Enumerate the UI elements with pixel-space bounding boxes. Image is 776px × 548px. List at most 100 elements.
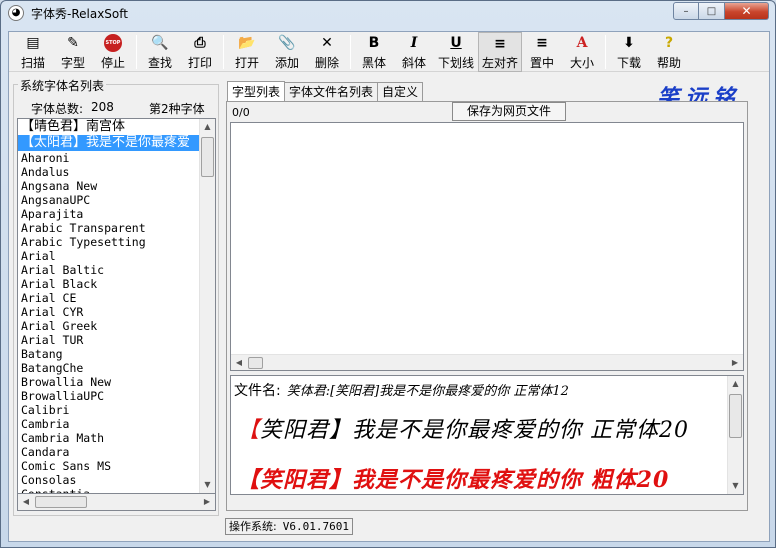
toolbar-label: 下载 xyxy=(616,56,641,70)
printer-button[interactable]: ⎙ 打印 xyxy=(180,32,220,72)
toolbar-label: 删除 xyxy=(314,56,339,70)
scanner-button[interactable]: ▤ 扫描 xyxy=(13,32,53,72)
scroll-right-icon[interactable]: ▶ xyxy=(199,494,215,510)
paperclip-button[interactable]: 📎 添加 xyxy=(267,32,307,72)
printer-icon: ⎙ xyxy=(194,35,206,51)
font-list-item[interactable]: Consolas xyxy=(18,473,200,487)
app-icon: ◕ xyxy=(8,5,24,21)
sample-text: 】我是不是你最疼爱的你 正常体20 xyxy=(329,418,690,443)
toolbar-label: 左对齐 xyxy=(481,56,518,70)
close-button[interactable]: ✕ xyxy=(725,2,769,20)
align-center-button[interactable]: ≡ 置中 xyxy=(522,32,562,72)
scroll-thumb[interactable] xyxy=(248,357,263,369)
scroll-thumb[interactable] xyxy=(729,394,742,438)
delete-button[interactable]: ✕ 删除 xyxy=(307,32,347,72)
font-list-item[interactable]: BrowalliaUPC xyxy=(18,389,200,403)
font-list-item[interactable]: Batang xyxy=(18,347,200,361)
font-list-item[interactable]: Arial CYR xyxy=(18,305,200,319)
bold-icon: B xyxy=(368,35,380,51)
tab-0[interactable]: 字型列表 xyxy=(227,81,286,102)
os-label: 操作系统: xyxy=(229,520,277,533)
tab-2[interactable]: 自定义 xyxy=(377,82,424,102)
font-list-item[interactable]: Candara xyxy=(18,445,200,459)
minimize-button[interactable]: – xyxy=(673,2,699,20)
fonts-button[interactable]: ✎ 字型 xyxy=(53,32,93,72)
font-list-item[interactable]: Cambria Math xyxy=(18,431,200,445)
scroll-down-icon[interactable]: ▼ xyxy=(728,478,743,494)
font-list-item[interactable]: Arabic Typesetting xyxy=(18,235,200,249)
find-button[interactable]: 🔍 查找 xyxy=(140,32,180,72)
bold-button[interactable]: B 黑体 xyxy=(354,32,394,72)
font-count-value: 208 xyxy=(91,100,114,114)
scroll-left-icon[interactable]: ◀ xyxy=(18,494,34,510)
toolbar-label: 黑体 xyxy=(361,56,386,70)
font-list-item[interactable]: Constantia xyxy=(18,487,200,493)
toolbar-label: 下划线 xyxy=(437,56,474,70)
window-title: 字体秀-RelaxSoft xyxy=(31,7,128,21)
font-list-item[interactable]: Arial TUR xyxy=(18,333,200,347)
font-list-item[interactable]: Arial Black xyxy=(18,277,200,291)
toolbar-separator xyxy=(136,35,137,69)
stop-button[interactable]: STOP 停止 xyxy=(93,32,133,72)
font-list-item[interactable]: Calibri xyxy=(18,403,200,417)
maximize-button[interactable]: □ xyxy=(699,2,725,20)
open-folder-icon: 📂 xyxy=(238,35,256,51)
sample-name: 笑阳君 xyxy=(260,418,330,443)
glyph-list-hscroll[interactable]: ◀ ▶ xyxy=(231,354,743,370)
toolbar-label: 大小 xyxy=(569,56,594,70)
current-font-index: 第2种字体 xyxy=(149,102,205,116)
status-bar: 操作系统: V6.01.7601 xyxy=(225,518,353,535)
font-list-item[interactable]: Browallia New xyxy=(18,375,200,389)
help-icon: ? xyxy=(664,35,674,51)
underline-button[interactable]: U 下划线 xyxy=(434,32,478,72)
toolbar-label: 停止 xyxy=(100,56,125,70)
toolbar-separator xyxy=(350,35,351,69)
font-list[interactable]: 【晴色君】南宫体 【太阳君】我是不是你最疼爱 Aharoni Andalus Angsa… xyxy=(17,118,216,494)
open-folder-button[interactable]: 📂 打开 xyxy=(227,32,267,72)
font-list-item[interactable]: Angsana New xyxy=(18,179,200,193)
toolbar-label: 打开 xyxy=(234,56,259,70)
font-list-item[interactable]: Arial Greek xyxy=(18,319,200,333)
font-list-item[interactable]: 【太阳君】我是不是你最疼爱 xyxy=(18,135,200,151)
download-button[interactable]: ⬇ 下载 xyxy=(609,32,649,72)
italic-button[interactable]: I 斜体 xyxy=(394,32,434,72)
font-list-item[interactable]: Arial Baltic xyxy=(18,263,200,277)
title-bar[interactable]: ◕ 字体秀-RelaxSoft – □ ✕ xyxy=(1,1,775,25)
font-list-item[interactable]: AngsanaUPC xyxy=(18,193,200,207)
font-list-item[interactable]: Cambria xyxy=(18,417,200,431)
help-button[interactable]: ? 帮助 xyxy=(649,32,689,72)
font-list-item[interactable]: Arabic Transparent xyxy=(18,221,200,235)
scroll-up-icon[interactable]: ▲ xyxy=(200,119,215,135)
font-list-item[interactable]: Comic Sans MS xyxy=(18,459,200,473)
font-list-vscroll[interactable]: ▲ ▼ xyxy=(199,119,215,493)
stop-icon: STOP xyxy=(104,34,122,52)
font-list-item[interactable]: Arial xyxy=(18,249,200,263)
save-as-webpage-button[interactable]: 保存为网页文件 xyxy=(452,102,566,121)
font-list-item[interactable]: Andalus xyxy=(18,165,200,179)
font-list-item[interactable]: BatangChe xyxy=(18,361,200,375)
font-size-button[interactable]: A 大小 xyxy=(562,32,602,72)
font-count-label: 字体总数: xyxy=(31,102,84,116)
font-size-icon: A xyxy=(576,35,588,51)
font-list-hscroll[interactable]: ◀ ▶ xyxy=(17,494,216,511)
scroll-thumb[interactable] xyxy=(201,137,214,177)
scroll-right-icon[interactable]: ▶ xyxy=(727,355,743,371)
glyph-list-area[interactable]: ◀ ▶ xyxy=(230,122,744,371)
tab-strip: 字型列表 字体文件名列表 自定义 xyxy=(227,81,424,102)
system-font-group: 系统字体名列表 字体总数: 208 第2种字体 【晴色君】南宫体 【太阳君】我是不… xyxy=(13,77,219,516)
align-left-button[interactable]: ≡ 左对齐 xyxy=(478,32,522,72)
scroll-down-icon[interactable]: ▼ xyxy=(200,477,215,493)
delete-icon: ✕ xyxy=(321,35,333,51)
preview-vscroll[interactable]: ▲ ▼ xyxy=(727,376,743,494)
toolbar-separator xyxy=(223,35,224,69)
scroll-up-icon[interactable]: ▲ xyxy=(728,376,743,392)
scroll-left-icon[interactable]: ◀ xyxy=(231,355,247,371)
font-list-item[interactable]: 【晴色君】南宫体 xyxy=(18,119,200,135)
font-list-item[interactable]: Aharoni xyxy=(18,151,200,165)
font-list-item[interactable]: Aparajita xyxy=(18,207,200,221)
font-list-item[interactable]: Arial CE xyxy=(18,291,200,305)
bracket-open: 【 xyxy=(237,418,261,443)
tab-1[interactable]: 字体文件名列表 xyxy=(284,82,379,102)
italic-icon: I xyxy=(410,35,418,51)
scroll-thumb[interactable] xyxy=(35,496,87,508)
